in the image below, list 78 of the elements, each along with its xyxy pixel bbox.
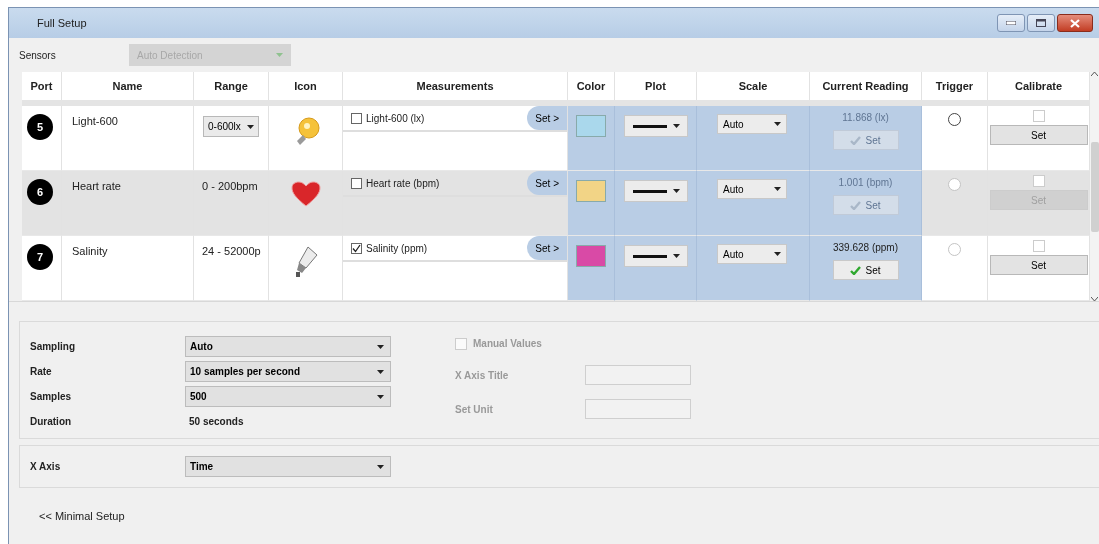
caret-icon <box>672 189 680 193</box>
caret-icon <box>377 464 384 469</box>
x-axis-dropdown[interactable]: Time <box>185 456 391 477</box>
line-style-dropdown[interactable] <box>624 245 688 267</box>
caret-icon <box>276 53 283 57</box>
caret-icon <box>774 252 781 256</box>
field-label: Set Unit <box>455 402 494 417</box>
set-button[interactable]: Set <box>832 260 899 280</box>
field-label: Samples <box>30 390 73 404</box>
calibrate-checkbox[interactable] <box>1032 240 1045 252</box>
measurement-checkbox[interactable]: Heart rate (bpm) <box>351 175 440 191</box>
set-button[interactable]: Set > <box>527 171 567 195</box>
reading-value: 339.628 (ppm) <box>832 241 898 255</box>
minimize-icon <box>1006 21 1016 25</box>
settings-dropdown[interactable]: Auto <box>185 336 391 357</box>
caret-icon <box>774 122 781 126</box>
line-style-icon <box>632 254 667 258</box>
line-style-dropdown[interactable] <box>624 180 688 202</box>
caret-icon <box>672 124 680 128</box>
maximize-icon <box>1036 19 1046 27</box>
field-label: X Axis Title <box>455 368 510 383</box>
settings-dropdown[interactable]: 500 <box>185 386 391 407</box>
set-button[interactable]: Set > <box>527 236 567 260</box>
measurement-checkbox[interactable]: Light-600 (lx) <box>351 110 425 126</box>
caret-icon <box>672 254 680 258</box>
heart-icon <box>290 181 321 207</box>
field-label: Rate <box>30 365 53 379</box>
scroll-up-icon <box>1091 72 1098 76</box>
reading-value: 1.001 (bpm) <box>838 176 893 190</box>
maximize-button[interactable] <box>1027 14 1055 32</box>
set-button[interactable]: Set > <box>527 106 567 130</box>
line-style-icon <box>632 124 667 128</box>
field-value: 50 seconds <box>188 415 245 429</box>
measurement-checkbox[interactable]: Salinity (ppm) <box>351 240 428 256</box>
scale-dropdown[interactable]: Auto <box>717 179 787 199</box>
caret-icon <box>377 394 384 399</box>
sensor-name: Light-600 <box>72 114 118 129</box>
field-label: Duration <box>30 415 73 429</box>
close-icon <box>1070 18 1080 28</box>
color-swatch[interactable] <box>576 245 606 267</box>
minimal-setup-link[interactable]: << Minimal Setup <box>39 508 125 525</box>
line-style-icon <box>632 189 667 193</box>
caret-icon <box>377 344 384 349</box>
caret-icon <box>377 369 384 374</box>
color-swatch[interactable] <box>576 180 606 202</box>
calibrate-button[interactable]: Set <box>989 255 1088 275</box>
trigger-radio[interactable] <box>948 113 961 126</box>
range-text: 0 - 200bpm <box>202 179 258 194</box>
caret-icon <box>246 124 254 129</box>
window-title: Full Setup <box>37 15 87 31</box>
scroll-down-icon <box>1091 297 1098 301</box>
port-badge: 5 <box>27 114 53 140</box>
sensors-label: Sensors <box>19 48 57 63</box>
line-style-dropdown[interactable] <box>624 115 688 137</box>
port-badge: 6 <box>27 179 53 205</box>
probe-icon <box>293 246 318 278</box>
sensor-name: Heart rate <box>72 179 121 194</box>
range-dropdown[interactable]: 0-600lx <box>203 116 259 137</box>
field-label: X Axis <box>30 460 62 474</box>
reading-value: 11.868 (lx) <box>842 111 889 125</box>
settings-dropdown[interactable]: 10 samples per second <box>185 361 391 382</box>
range-text: 24 - 52000p <box>202 244 261 259</box>
check-icon <box>850 135 862 145</box>
caret-icon <box>774 187 781 191</box>
scale-dropdown[interactable]: Auto <box>717 244 787 264</box>
port-badge: 7 <box>27 244 53 270</box>
field-label: Sampling <box>30 340 76 354</box>
calibrate-checkbox[interactable] <box>1032 110 1045 122</box>
color-swatch[interactable] <box>576 115 606 137</box>
scale-dropdown[interactable]: Auto <box>717 114 787 134</box>
sensor-name: Salinity <box>72 244 108 259</box>
check-icon <box>850 200 862 210</box>
calibrate-button[interactable]: Set <box>989 125 1088 145</box>
check-icon <box>850 265 862 275</box>
check-icon <box>352 243 361 253</box>
scrollbar[interactable] <box>1090 72 1099 301</box>
calibrate-checkbox[interactable] <box>1032 175 1045 187</box>
close-button[interactable] <box>1057 14 1093 32</box>
